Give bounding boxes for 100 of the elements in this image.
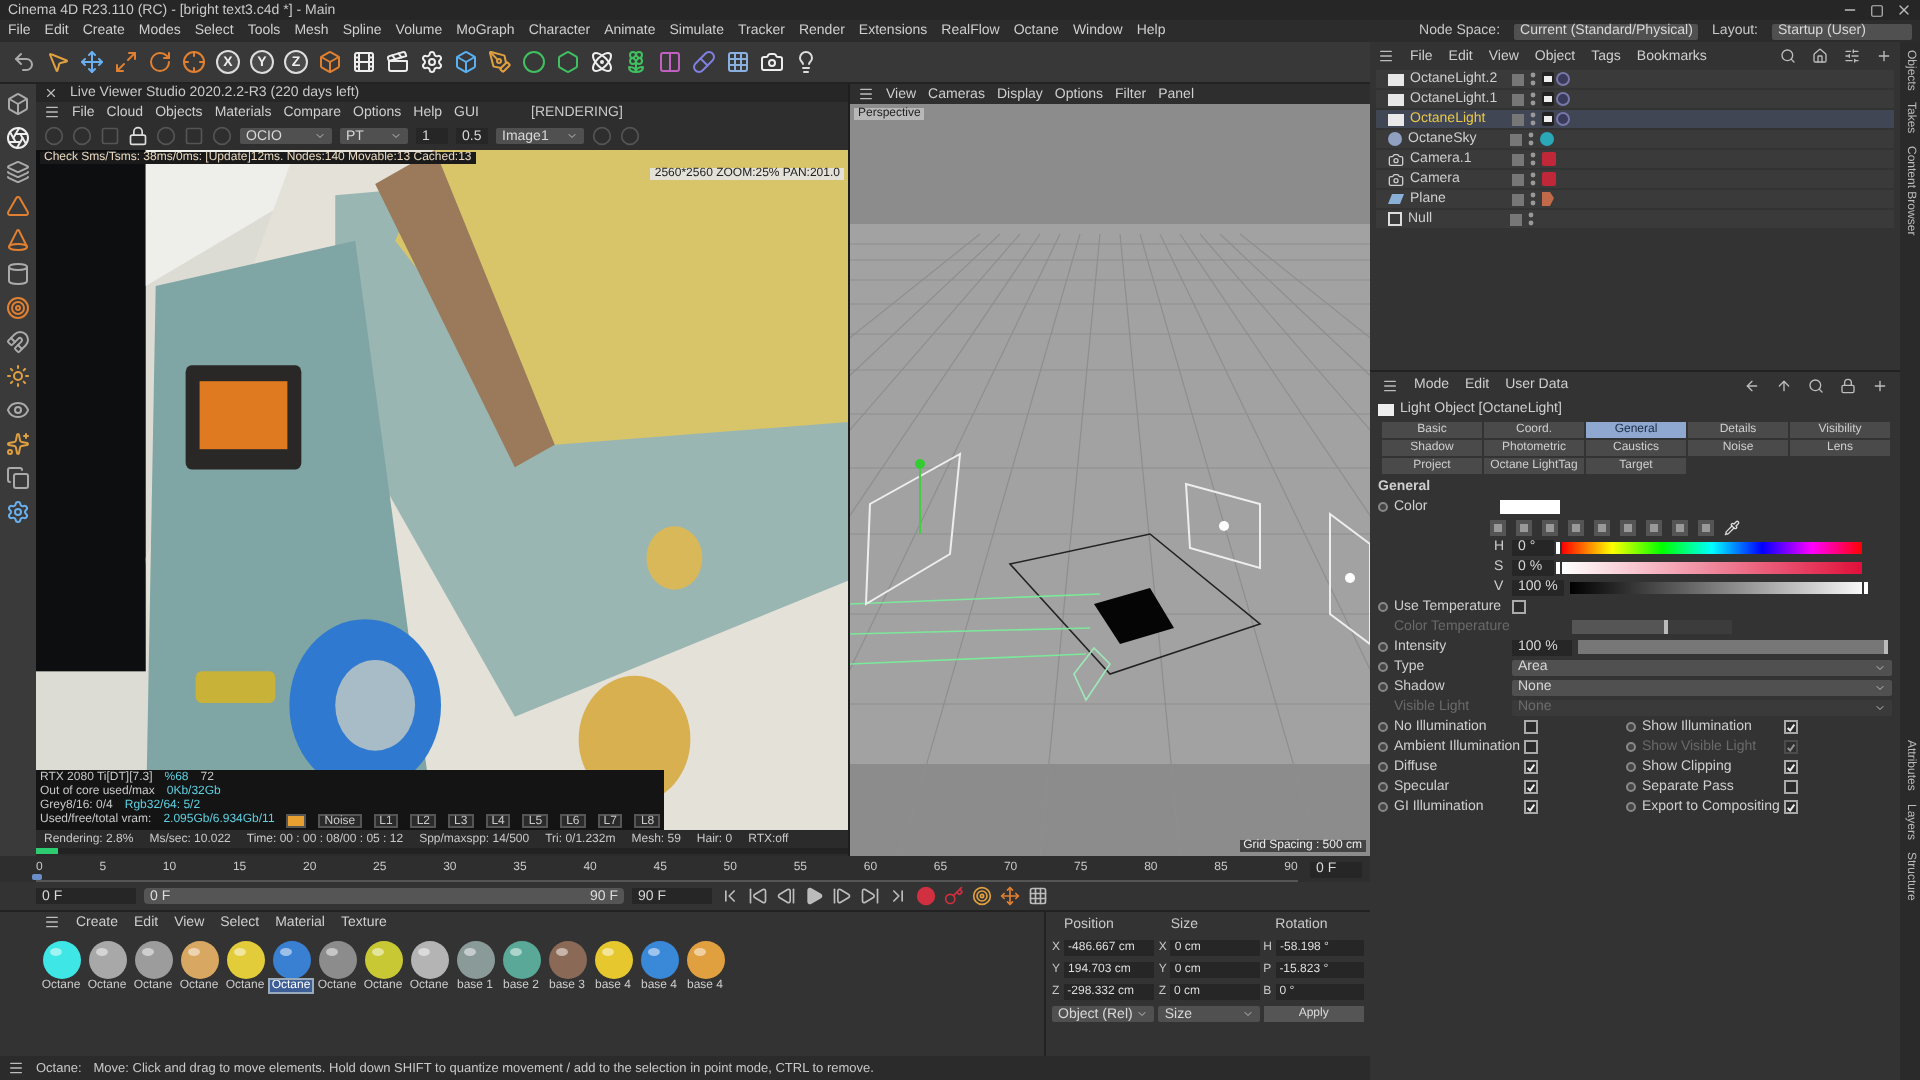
animation-dot-icon[interactable] (1378, 662, 1388, 672)
menu-icon[interactable] (44, 914, 60, 930)
animation-dot-icon[interactable] (1378, 682, 1388, 692)
slider-thumb[interactable] (1554, 559, 1562, 575)
animation-dot-icon[interactable] (1378, 642, 1388, 652)
cursor-icon[interactable] (46, 50, 70, 74)
add-icon[interactable] (1872, 377, 1888, 393)
light-tag-icon[interactable] (1542, 112, 1570, 126)
close-icon[interactable] (1896, 2, 1912, 18)
grid-icon[interactable] (1028, 886, 1048, 906)
visibility-dots-icon[interactable] (1530, 112, 1536, 126)
visibility-dots-icon[interactable] (1530, 72, 1536, 86)
camera-icon[interactable] (760, 50, 784, 74)
grid-icon[interactable] (726, 50, 750, 74)
home-icon[interactable] (1812, 48, 1828, 64)
visibility-dots-icon[interactable] (1528, 132, 1534, 146)
checkbox[interactable] (1524, 720, 1538, 734)
animation-dot-icon[interactable] (1626, 762, 1636, 772)
sky-tag-icon[interactable] (1540, 132, 1554, 146)
visibility-dots-icon[interactable] (1530, 152, 1536, 166)
slider-thumb[interactable] (1861, 579, 1870, 595)
animation-dot-icon[interactable] (1626, 782, 1636, 792)
target-icon[interactable] (972, 886, 992, 906)
polygon-icon[interactable] (6, 194, 30, 218)
target-icon[interactable] (6, 296, 30, 320)
sun-icon[interactable] (6, 364, 30, 388)
settings-icon[interactable] (6, 500, 30, 524)
slider-thumb[interactable] (1554, 539, 1562, 555)
animation-dot-icon[interactable] (1626, 722, 1636, 732)
color-swatch[interactable] (1500, 500, 1560, 514)
back-icon[interactable] (1744, 377, 1760, 393)
go-to-start-icon[interactable] (720, 886, 740, 906)
crosshair-icon[interactable] (182, 50, 206, 74)
playhead[interactable] (32, 874, 42, 880)
animation-dot-icon[interactable] (1378, 762, 1388, 772)
magnet-icon[interactable] (6, 330, 30, 354)
cube-icon[interactable] (454, 50, 478, 74)
checkbox[interactable] (1524, 780, 1538, 794)
visibility-dots-icon[interactable] (1530, 172, 1536, 186)
animation-dot-icon[interactable] (1378, 802, 1388, 812)
checkbox[interactable] (1784, 800, 1798, 814)
menu-icon[interactable] (858, 86, 874, 102)
visibility-dots-icon[interactable] (1530, 92, 1536, 106)
go-to-end-icon[interactable] (888, 886, 908, 906)
cube-icon[interactable] (318, 50, 342, 74)
columns-icon[interactable] (658, 50, 682, 74)
checkbox[interactable] (1784, 760, 1798, 774)
maximize-icon[interactable] (1870, 3, 1884, 17)
visibility-dots-icon[interactable] (1528, 212, 1534, 226)
animation-dot-icon[interactable] (1378, 742, 1388, 752)
eyedropper-icon[interactable] (1724, 519, 1740, 535)
checkbox[interactable] (1524, 740, 1538, 754)
checkbox[interactable] (1784, 780, 1798, 794)
atom-icon[interactable] (590, 50, 614, 74)
previous-frame-icon[interactable] (776, 886, 796, 906)
film-icon[interactable] (352, 50, 376, 74)
texture-icon[interactable] (6, 126, 30, 150)
scale-icon[interactable] (114, 50, 138, 74)
search-icon[interactable] (1808, 377, 1824, 393)
tag-icon[interactable] (1542, 192, 1554, 206)
copy-icon[interactable] (6, 466, 30, 490)
menu-icon[interactable] (1382, 377, 1398, 393)
rotate-icon[interactable] (148, 50, 172, 74)
next-key-icon[interactable] (860, 886, 880, 906)
clapperboard-icon[interactable] (386, 50, 410, 74)
pass-indicator[interactable] (286, 814, 307, 828)
capsule-icon[interactable] (692, 50, 716, 74)
filter-icon[interactable] (1844, 48, 1860, 64)
layers-icon[interactable] (6, 160, 30, 184)
next-frame-icon[interactable] (832, 886, 852, 906)
sparkles-icon[interactable] (6, 432, 30, 456)
checkbox[interactable] (1512, 600, 1526, 614)
close-icon[interactable] (44, 86, 58, 100)
lock-icon[interactable] (128, 126, 148, 146)
value-slider[interactable] (1569, 581, 1870, 593)
move-icon[interactable] (80, 50, 104, 74)
slider-fill[interactable] (1578, 640, 1888, 654)
render-settings-icon[interactable] (420, 50, 444, 74)
checkbox[interactable] (1784, 720, 1798, 734)
eye-icon[interactable] (6, 398, 30, 422)
add-icon[interactable] (1876, 48, 1892, 64)
visibility-dots-icon[interactable] (1530, 192, 1536, 206)
animation-dot-icon[interactable] (1378, 502, 1388, 512)
move-icon[interactable] (1000, 886, 1020, 906)
cylinder-icon[interactable] (6, 262, 30, 286)
sphere-icon[interactable] (522, 50, 546, 74)
search-icon[interactable] (1780, 48, 1796, 64)
key-icon[interactable] (944, 886, 964, 906)
light-tag-icon[interactable] (1542, 92, 1570, 106)
animation-dot-icon[interactable] (1378, 602, 1388, 612)
menu-icon[interactable] (8, 1060, 24, 1076)
flower-icon[interactable] (624, 50, 648, 74)
animation-dot-icon[interactable] (1626, 802, 1636, 812)
checkbox[interactable] (1524, 800, 1538, 814)
previous-key-icon[interactable] (748, 886, 768, 906)
cube-icon[interactable] (6, 92, 30, 116)
animation-dot-icon[interactable] (1378, 722, 1388, 732)
light-tag-icon[interactable] (1542, 72, 1570, 86)
menu-icon[interactable] (1378, 48, 1394, 64)
play-icon[interactable] (804, 886, 824, 906)
